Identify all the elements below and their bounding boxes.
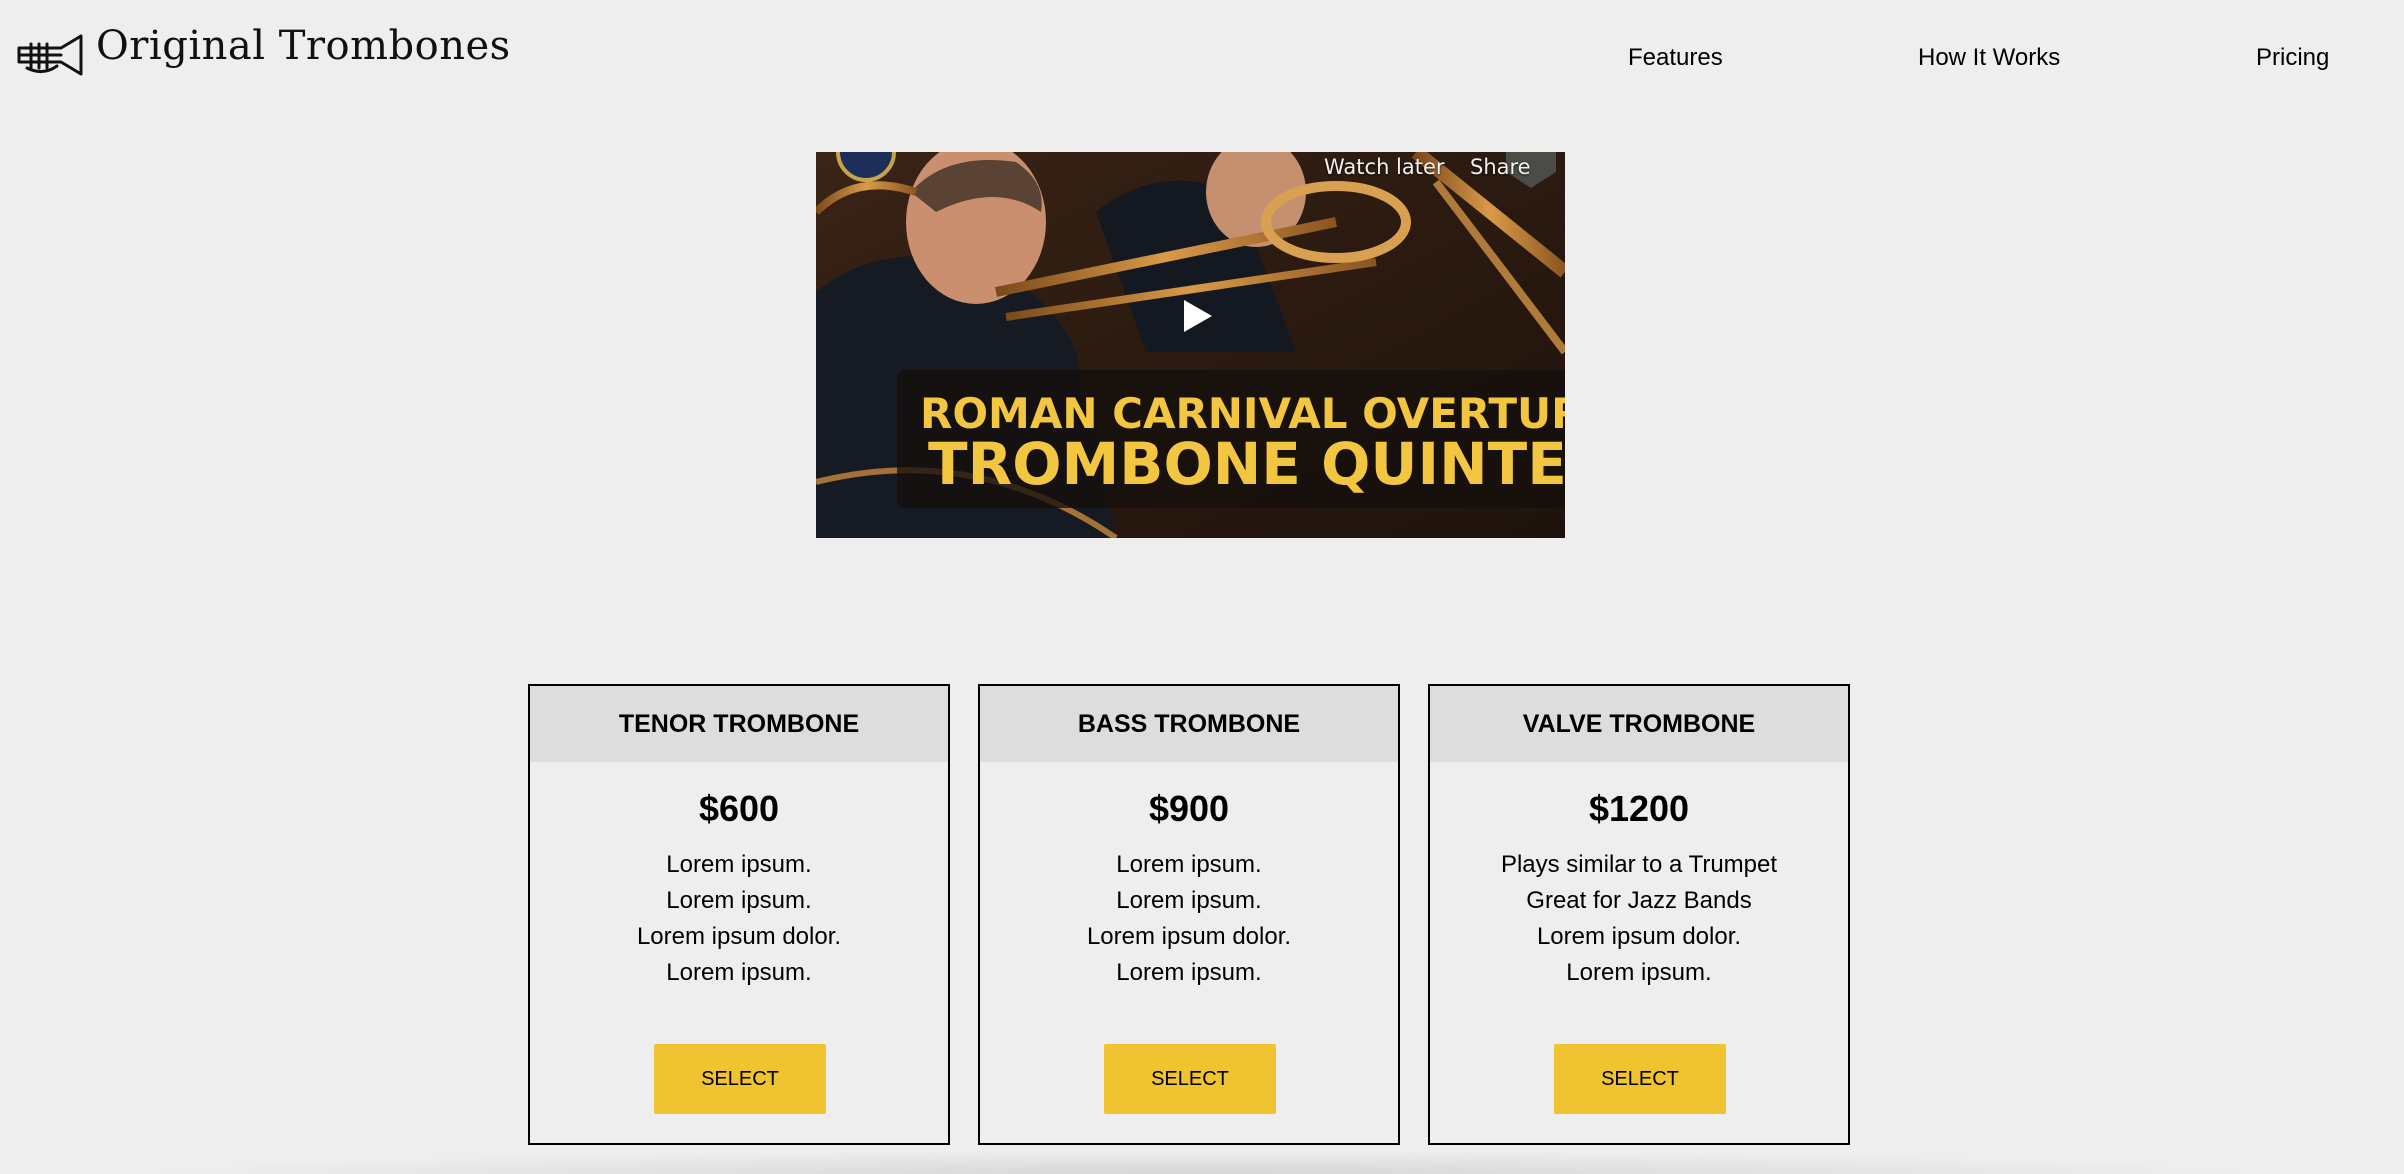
nav-link-pricing[interactable]: Pricing <box>2256 46 2329 70</box>
card-feature: Lorem ipsum. <box>666 887 812 914</box>
card-feature-list: Plays similar to a Trumpet Great for Jaz… <box>1430 847 1848 991</box>
select-button-valve[interactable]: SELECT <box>1554 1044 1726 1114</box>
card-feature: Lorem ipsum. <box>666 959 812 986</box>
video-player[interactable]: Watch later Share ROMAN CARNIVAL OVERTUR… <box>816 152 1565 538</box>
card-feature: Lorem ipsum dolor. <box>1086 923 1292 950</box>
play-icon[interactable] <box>1176 296 1216 336</box>
select-button-tenor[interactable]: SELECT <box>654 1044 826 1114</box>
watch-later-button[interactable]: Watch later <box>1324 155 1445 179</box>
nav-link-features[interactable]: Features <box>1628 46 1723 70</box>
card-feature-list: Lorem ipsum. Lorem ipsum. Lorem ipsum do… <box>530 847 948 991</box>
card-feature-list: Lorem ipsum. Lorem ipsum. Lorem ipsum do… <box>980 847 1398 991</box>
card-price: $600 <box>698 788 780 829</box>
pricing-card-tenor: TENOR TROMBONE $600 Lorem ipsum. Lorem i… <box>528 684 950 1145</box>
share-button[interactable]: Share <box>1470 155 1531 179</box>
card-feature: Lorem ipsum. <box>1116 959 1262 986</box>
card-feature: Lorem ipsum dolor. <box>1536 923 1742 950</box>
card-feature: Lorem ipsum. <box>1566 959 1712 986</box>
card-price: $900 <box>1148 788 1230 829</box>
nav-link-how-it-works[interactable]: How It Works <box>1918 46 2060 70</box>
page-bottom-shadow <box>120 1150 2280 1174</box>
card-price: $1200 <box>1588 788 1690 829</box>
select-button-bass[interactable]: SELECT <box>1104 1044 1276 1114</box>
card-feature: Lorem ipsum dolor. <box>636 923 842 950</box>
video-title-line2: TROMBONE QUINTET <box>928 430 1565 498</box>
card-feature: Lorem ipsum. <box>1116 887 1262 914</box>
pricing-card-valve: VALVE TROMBONE $1200 Plays similar to a … <box>1428 684 1850 1145</box>
card-feature: Lorem ipsum. <box>1116 851 1262 878</box>
card-feature: Great for Jazz Bands <box>1526 887 1752 914</box>
card-title: BASS TROMBONE <box>980 686 1398 762</box>
card-title: TENOR TROMBONE <box>530 686 948 762</box>
trumpet-icon[interactable] <box>17 34 85 76</box>
card-title: VALVE TROMBONE <box>1430 686 1848 762</box>
card-feature: Lorem ipsum. <box>666 851 812 878</box>
card-feature: Plays similar to a Trumpet <box>1500 851 1778 878</box>
brand-name[interactable]: Original Trombones <box>96 26 511 66</box>
pricing-card-bass: BASS TROMBONE $900 Lorem ipsum. Lorem ip… <box>978 684 1400 1145</box>
site-header: Original Trombones Features How It Works… <box>0 0 2404 120</box>
